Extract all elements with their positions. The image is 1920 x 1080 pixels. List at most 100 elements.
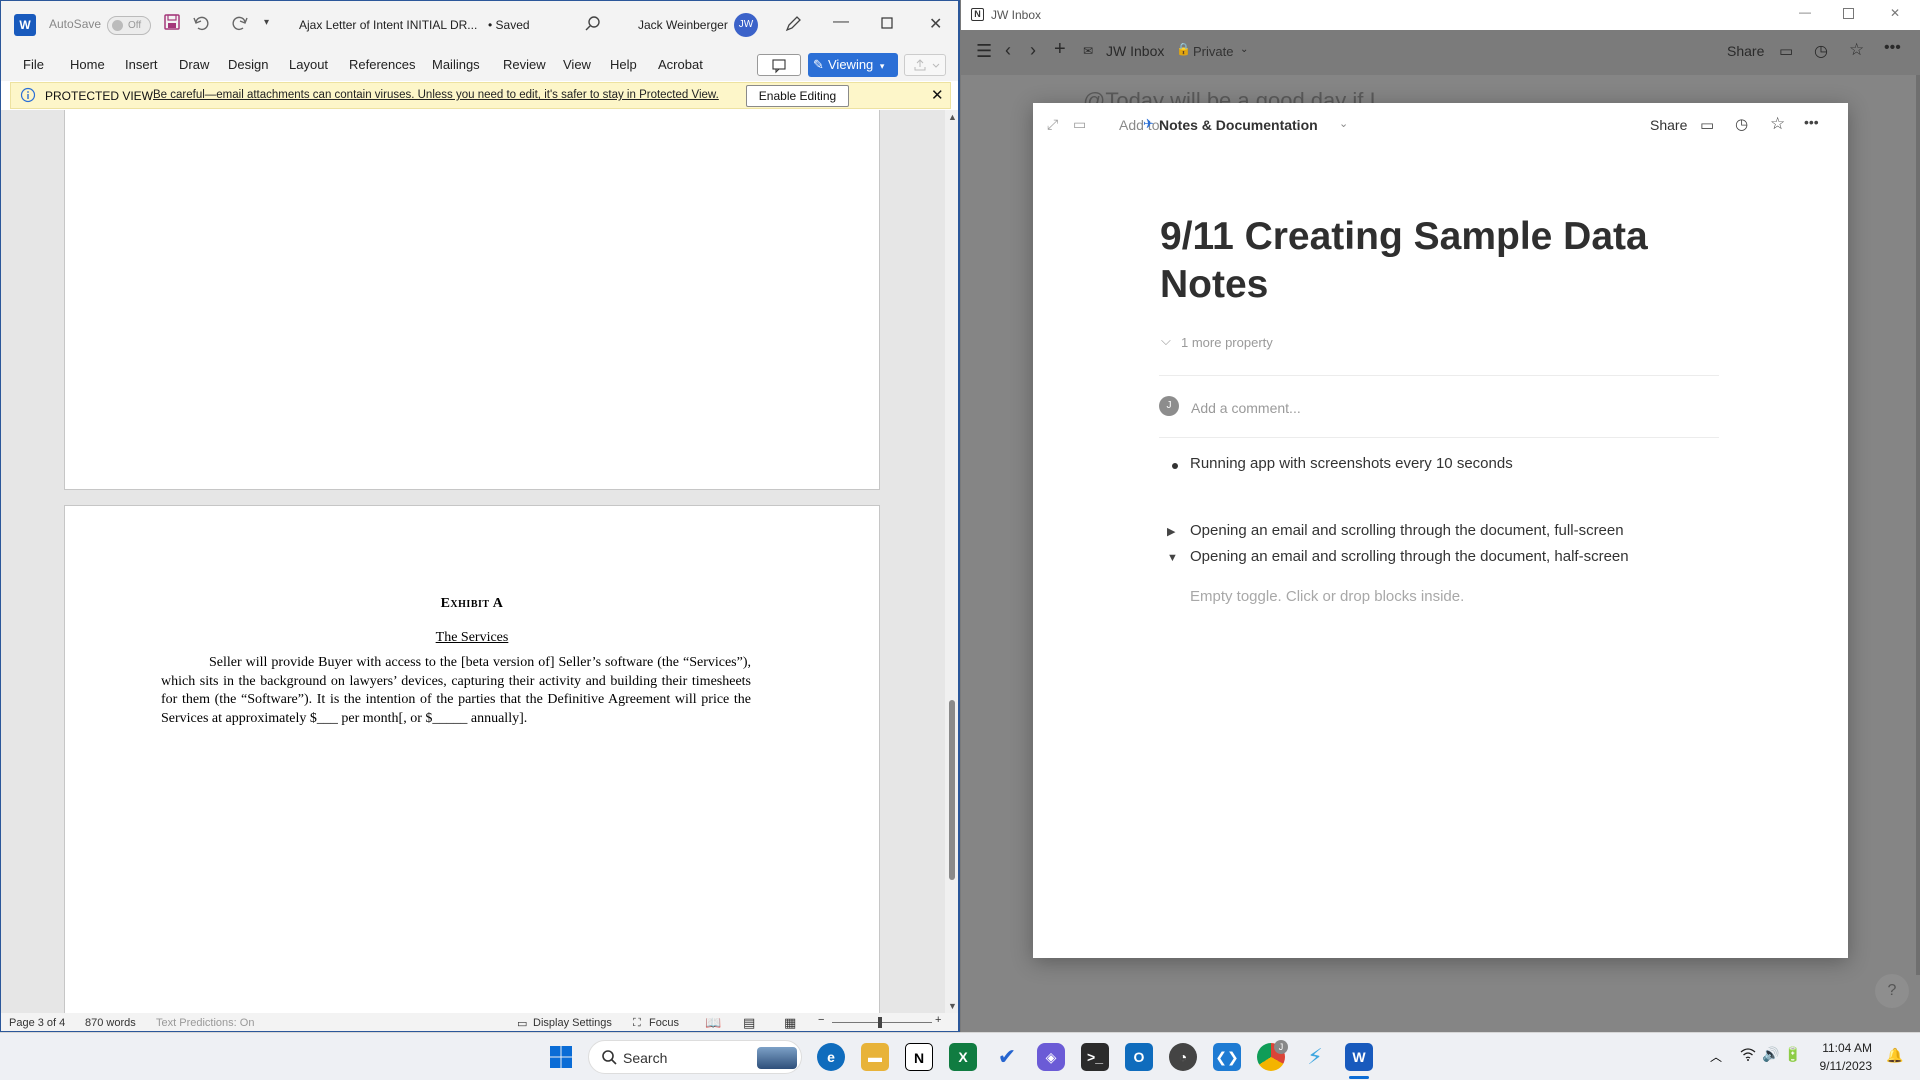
tab-file[interactable]: File — [23, 57, 44, 72]
vertical-scrollbar[interactable]: ▲ ▼ — [945, 110, 958, 1013]
maximize-icon[interactable] — [881, 17, 893, 29]
scrollbar-thumb[interactable] — [949, 700, 955, 880]
search-icon[interactable] — [585, 15, 601, 31]
clock-date[interactable]: 9/11/2023 — [1812, 1059, 1873, 1073]
history-icon[interactable]: ◷ — [1814, 41, 1828, 61]
print-layout-icon[interactable]: ▤ — [743, 1015, 755, 1031]
close-icon[interactable]: ✕ — [929, 14, 942, 34]
file-explorer-icon[interactable]: ▬ — [861, 1043, 889, 1071]
chevron-down-icon[interactable]: ⌵ — [1161, 333, 1171, 349]
save-icon[interactable] — [164, 14, 180, 30]
tab-view[interactable]: View — [563, 57, 591, 72]
word-icon[interactable]: W — [1345, 1043, 1373, 1071]
tab-help[interactable]: Help — [610, 57, 637, 72]
forward-icon[interactable]: › — [1030, 40, 1036, 61]
toggle-down-icon[interactable]: ▼ — [1167, 552, 1178, 564]
word-count[interactable]: 870 words — [85, 1017, 136, 1029]
scroll-up-icon[interactable]: ▲ — [948, 112, 957, 122]
close-icon[interactable]: ✕ — [1890, 6, 1900, 20]
share-button[interactable] — [904, 54, 946, 76]
history-icon[interactable]: ◷ — [1735, 115, 1748, 133]
copilot-icon[interactable]: ◈ — [1037, 1043, 1065, 1071]
open-as-page-icon[interactable]: ▭ — [1073, 116, 1086, 133]
menu-icon[interactable]: ☰ — [976, 41, 992, 62]
windows-start-icon[interactable] — [549, 1045, 573, 1069]
taskbar-search[interactable]: Search — [588, 1040, 802, 1074]
customize-toolbar-icon[interactable]: ▾ — [264, 17, 269, 28]
user-avatar[interactable]: JW — [734, 13, 758, 37]
viewing-mode-button[interactable]: ✎ Viewing ▾ — [808, 53, 898, 77]
notification-bell-icon[interactable]: 🔔 — [1886, 1047, 1903, 1064]
wifi-icon[interactable] — [1740, 1047, 1756, 1061]
text-predictions[interactable]: Text Predictions: On — [156, 1017, 254, 1029]
pen-icon[interactable] — [784, 15, 802, 33]
more-property-toggle[interactable]: 1 more property — [1181, 335, 1273, 350]
favorite-icon[interactable]: ☆ — [1849, 40, 1864, 60]
tab-home[interactable]: Home — [70, 57, 105, 72]
breadcrumb-page[interactable]: JW Inbox — [1106, 43, 1164, 59]
zoom-in-icon[interactable]: + — [935, 1014, 941, 1026]
scrollbar[interactable] — [1916, 75, 1920, 975]
toggle-block[interactable]: Opening an email and scrolling through t… — [1190, 548, 1629, 565]
zoom-slider-thumb[interactable] — [878, 1017, 882, 1028]
outlook-icon[interactable]: O — [1125, 1043, 1153, 1071]
document-canvas[interactable]: Exhibit A The Services Seller will provi… — [1, 110, 958, 1013]
flutter-icon[interactable]: ⚡ — [1301, 1043, 1329, 1071]
page-title[interactable]: 9/11 Creating Sample Data Notes — [1160, 213, 1720, 309]
undo-icon[interactable] — [192, 14, 210, 32]
comments-icon[interactable]: ▭ — [1700, 116, 1714, 134]
back-icon[interactable]: ‹ — [1005, 40, 1011, 61]
more-icon[interactable]: ••• — [1884, 39, 1901, 57]
read-mode-icon[interactable]: 📖 — [705, 1015, 721, 1031]
toggle-right-icon[interactable]: ▶ — [1167, 525, 1175, 538]
share-button[interactable]: Share — [1650, 117, 1687, 133]
share-button[interactable]: Share — [1727, 43, 1764, 59]
chevron-up-icon[interactable]: ︿ — [1710, 1048, 1722, 1065]
excel-icon[interactable]: X — [949, 1043, 977, 1071]
workspace-selector[interactable]: Notes & Documentation — [1159, 117, 1318, 133]
new-page-icon[interactable]: + — [1054, 38, 1066, 61]
zoom-out-icon[interactable]: − — [818, 1014, 824, 1026]
minimize-icon[interactable]: — — [1799, 5, 1811, 19]
enable-editing-button[interactable]: Enable Editing — [746, 85, 849, 107]
tab-draw[interactable]: Draw — [179, 57, 209, 72]
notion-icon[interactable]: N — [905, 1043, 933, 1071]
tab-design[interactable]: Design — [228, 57, 268, 72]
help-button[interactable]: ? — [1875, 974, 1909, 1008]
tab-layout[interactable]: Layout — [289, 57, 328, 72]
battery-icon[interactable]: 🔋 — [1784, 1046, 1801, 1063]
focus-button[interactable]: Focus — [649, 1017, 679, 1029]
favorite-icon[interactable]: ☆ — [1770, 114, 1785, 134]
maximize-icon[interactable] — [1843, 8, 1854, 19]
close-icon[interactable]: ✕ — [931, 86, 944, 104]
todo-icon[interactable]: ✔ — [993, 1043, 1021, 1071]
expand-icon[interactable]: ⤢ — [1047, 116, 1058, 133]
zoom-slider[interactable] — [832, 1022, 932, 1023]
vscode-icon[interactable]: ❮❯ — [1213, 1043, 1241, 1071]
edge-icon[interactable]: e — [817, 1043, 845, 1071]
page-count[interactable]: Page 3 of 4 — [9, 1017, 65, 1029]
more-icon[interactable]: ••• — [1804, 114, 1819, 130]
protected-view-message[interactable]: Be careful—email attachments can contain… — [153, 89, 719, 101]
scroll-down-icon[interactable]: ▼ — [948, 1001, 957, 1011]
comments-icon[interactable]: ▭ — [1779, 42, 1793, 60]
comments-button[interactable] — [757, 54, 801, 76]
volume-icon[interactable]: 🔊 — [1762, 1046, 1779, 1063]
tab-acrobat[interactable]: Acrobat — [658, 57, 703, 72]
bullet-item[interactable]: Running app with screenshots every 10 se… — [1190, 455, 1513, 472]
clock-app-icon[interactable]: ◔ — [1169, 1043, 1197, 1071]
tab-review[interactable]: Review — [503, 57, 546, 72]
autosave-toggle[interactable]: Off — [107, 16, 151, 35]
tab-insert[interactable]: Insert — [125, 57, 158, 72]
display-settings-button[interactable]: Display Settings — [533, 1017, 612, 1029]
privacy-label[interactable]: Private — [1193, 44, 1233, 59]
empty-toggle-hint[interactable]: Empty toggle. Click or drop blocks insid… — [1190, 588, 1464, 605]
tab-references[interactable]: References — [349, 57, 415, 72]
toggle-block[interactable]: Opening an email and scrolling through t… — [1190, 522, 1624, 539]
document-title[interactable]: Ajax Letter of Intent INITIAL DR... — [299, 18, 477, 32]
redo-icon[interactable] — [231, 14, 249, 32]
web-layout-icon[interactable]: ▦ — [784, 1015, 796, 1031]
terminal-icon[interactable]: >_ — [1081, 1043, 1109, 1071]
tab-mailings[interactable]: Mailings — [432, 57, 480, 72]
clock-time[interactable]: 11:04 AM — [1812, 1041, 1872, 1055]
